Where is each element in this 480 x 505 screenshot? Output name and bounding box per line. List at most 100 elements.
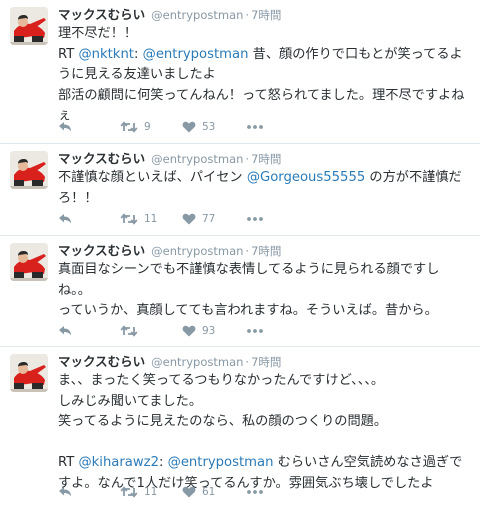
retweet-button[interactable] [120, 321, 182, 341]
text-line: 理不尽だ！！ [58, 24, 472, 45]
reply-button[interactable] [58, 117, 120, 137]
avatar[interactable] [10, 354, 48, 392]
tweet-actions: 93 [58, 321, 270, 341]
more-dots-icon [247, 490, 263, 494]
text-line: 真面目なシーンでも不謹慎な表情してるように見られる顔ですしね。。 [58, 260, 472, 301]
text-line: しみじみ聞いてました。 [58, 392, 472, 413]
text-segment: RT [58, 455, 79, 470]
tweet-header: マックスむらい @entrypostman · 7時間 [58, 4, 472, 24]
text-segment: っていうか、真顔してても言われますね。そういえば。昔から。 [58, 303, 438, 318]
like-button[interactable]: 93 [182, 321, 246, 341]
reply-button[interactable] [58, 482, 120, 502]
like-button[interactable]: 77 [182, 209, 246, 229]
timestamp[interactable]: 7時間 [251, 244, 281, 258]
reply-icon [59, 326, 71, 336]
display-name[interactable]: マックスむらい [58, 354, 145, 369]
separator: · [245, 244, 250, 258]
avatar-image [10, 7, 48, 45]
tweet-content: マックスむらい @entrypostman · 7時間 理不尽だ！！ RT @nktk… [58, 4, 472, 127]
reply-icon [59, 214, 71, 224]
mention-link[interactable]: @entrypostman [168, 455, 274, 470]
tweet-text: 理不尽だ！！ RT @nktknt: @entrypostman 昔、顔の作りで… [58, 24, 472, 127]
retweet-button[interactable]: 11 [120, 209, 182, 229]
tweet-content: マックスむらい @entrypostman · 7時間 不謹慎な顔といえば、パイセン … [58, 148, 472, 209]
avatar[interactable] [10, 243, 48, 281]
display-name[interactable]: マックスむらい [58, 7, 145, 22]
text-line: ま、、まったく笑ってるつもりなかったんですけど、、、。 [58, 371, 472, 392]
heart-icon [182, 213, 196, 225]
tweet[interactable]: マックスむらい @entrypostman · 7時間 不謹慎な顔といえば、パイセン … [0, 144, 480, 236]
username[interactable]: @entrypostman [151, 8, 243, 22]
mention-link[interactable]: @entrypostman [143, 47, 249, 62]
retweet-icon [120, 213, 138, 225]
more-dots-icon [247, 125, 263, 129]
tweet[interactable]: マックスむらい @entrypostman · 7時間 真面目なシーンでも不謹慎な表情… [0, 236, 480, 347]
text-segment: : [133, 46, 143, 62]
tweet-header: マックスむらい @entrypostman · 7時間 [58, 351, 472, 371]
timeline: マックスむらい @entrypostman · 7時間 理不尽だ！！ RT @nktk… [0, 0, 480, 505]
retweet-count: 9 [144, 121, 151, 133]
reply-button[interactable] [58, 209, 120, 229]
tweet-content: マックスむらい @entrypostman · 7時間 真面目なシーンでも不謹慎な表情… [58, 240, 472, 322]
text-line: RT @nktknt: @entrypostman 昔、顔の作りで口もとが笑って… [58, 45, 472, 86]
mention-link[interactable]: @Gorgeous55555 [247, 170, 365, 185]
heart-icon [182, 121, 196, 133]
retweet-icon [120, 121, 138, 133]
more-button[interactable] [246, 321, 270, 341]
more-button[interactable] [246, 482, 270, 502]
tweet-text: ま、、まったく笑ってるつもりなかったんですけど、、、。 しみじみ聞いてました。笑っ… [58, 371, 472, 494]
text-segment: 理不尽だ！！ [58, 26, 138, 41]
text-segment: 笑ってるように見えたのなら、私の顔のつくりの問題。 [58, 414, 388, 429]
tweet[interactable]: マックスむらい @entrypostman · 7時間 理不尽だ！！ RT @nktk… [0, 0, 480, 144]
timestamp[interactable]: 7時間 [251, 355, 281, 369]
like-count: 61 [202, 486, 216, 498]
separator: · [245, 8, 250, 22]
like-button[interactable]: 61 [182, 482, 246, 502]
heart-icon [182, 486, 196, 498]
display-name[interactable]: マックスむらい [58, 243, 145, 258]
username[interactable]: @entrypostman [151, 244, 243, 258]
retweet-count: 11 [144, 486, 158, 498]
avatar[interactable] [10, 151, 48, 189]
like-button[interactable]: 53 [182, 117, 246, 137]
like-count: 53 [202, 121, 216, 133]
avatar-image [10, 354, 48, 392]
text-segment: しみじみ聞いてました。 [58, 393, 203, 409]
tweet-content: マックスむらい @entrypostman · 7時間 ま、、まったく笑ってるつもりな… [58, 351, 472, 494]
text-line: 不謹慎な顔といえば、パイセン @Gorgeous55555 の方が不謹慎だろ！！ [58, 168, 472, 209]
tweet-header: マックスむらい @entrypostman · 7時間 [58, 240, 472, 260]
separator: · [245, 355, 250, 369]
tweet-header: マックスむらい @entrypostman · 7時間 [58, 148, 472, 168]
timestamp[interactable]: 7時間 [251, 8, 281, 22]
tweet-actions: 11 61 [58, 482, 270, 502]
tweet[interactable]: マックスむらい @entrypostman · 7時間 ま、、まったく笑ってるつもりな… [0, 347, 480, 505]
timestamp[interactable]: 7時間 [251, 152, 281, 166]
separator: · [245, 152, 250, 166]
retweet-icon [120, 486, 138, 498]
text-line: 笑ってるように見えたのなら、私の顔のつくりの問題。 [58, 412, 472, 433]
heart-icon [182, 325, 196, 337]
like-count: 77 [202, 213, 216, 225]
reply-icon [59, 487, 71, 497]
retweet-button[interactable]: 9 [120, 117, 182, 137]
text-segment: ま、、まったく笑ってるつもりなかったんですけど、、、。 [58, 373, 385, 388]
more-dots-icon [247, 217, 263, 221]
mention-link[interactable]: @kiharawz2 [78, 455, 159, 470]
mention-link[interactable]: @nktknt [78, 47, 134, 62]
tweet-text: 不謹慎な顔といえば、パイセン @Gorgeous55555 の方が不謹慎だろ！！ [58, 168, 472, 209]
text-line: っていうか、真顔してても言われますね。そういえば。昔から。 [58, 301, 472, 322]
avatar[interactable] [10, 7, 48, 45]
username[interactable]: @entrypostman [151, 355, 243, 369]
reply-button[interactable] [58, 321, 120, 341]
reply-icon [59, 122, 71, 132]
tweet-text: 真面目なシーンでも不謹慎な表情してるように見られる顔ですしね。。っていうか、真顔… [58, 260, 472, 322]
retweet-count: 11 [144, 213, 158, 225]
retweet-icon [120, 325, 138, 337]
more-button[interactable] [246, 117, 270, 137]
more-button[interactable] [246, 209, 270, 229]
username[interactable]: @entrypostman [151, 152, 243, 166]
retweet-button[interactable]: 11 [120, 482, 182, 502]
text-segment: 真面目なシーンでも不謹慎な表情してるように見られる顔ですしね。。 [58, 262, 440, 298]
display-name[interactable]: マックスむらい [58, 151, 145, 166]
avatar-image [10, 243, 48, 281]
